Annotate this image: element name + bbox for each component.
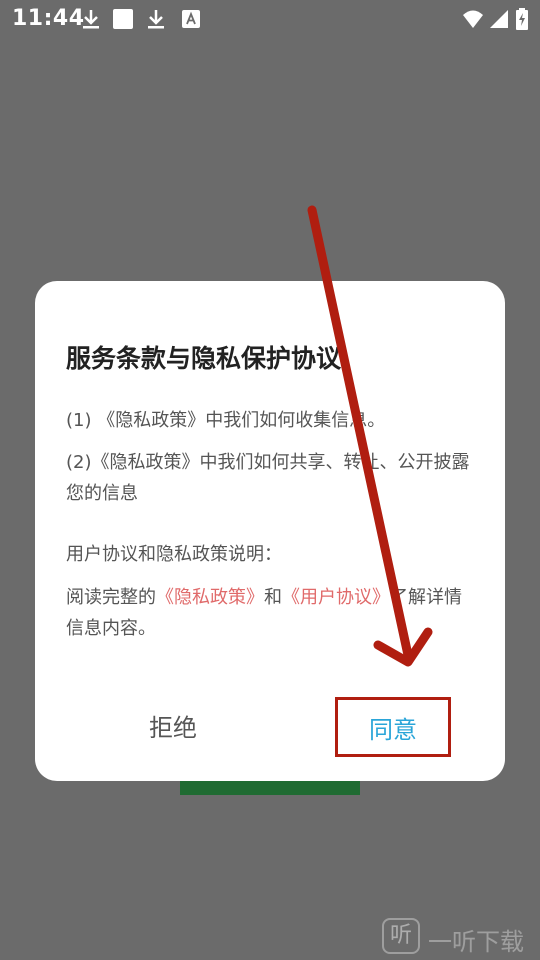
square-icon (113, 9, 133, 29)
section-heading: 用户协议和隐私政策说明： (66, 544, 282, 565)
and-text: 和 (264, 587, 282, 608)
download-icon (148, 10, 164, 29)
battery-charging-icon (516, 8, 528, 30)
screen: 11:44 服务条款与隐私保护协议 (1) 《隐私政策》中我们如何收集信息。 (… (0, 0, 540, 960)
reject-button[interactable]: 拒绝 (113, 707, 233, 743)
dialog-item-1: (1) 《隐私政策》中我们如何收集信息。 (66, 410, 386, 431)
dialog-title: 服务条款与隐私保护协议 (66, 344, 342, 373)
user-agreement-link[interactable]: 《用户协议》 (282, 587, 390, 608)
wifi-icon (463, 10, 483, 28)
agree-button[interactable]: 同意 (335, 697, 451, 757)
text-a-icon (182, 10, 200, 28)
read-notice: 阅读完整的《隐私政策》和《用户协议》了解详情信息内容。 (66, 582, 476, 644)
watermark: 听 一听下载 (382, 916, 538, 956)
dialog-item-2: (2)《隐私政策》中我们如何共享、转让、公开披露您的信息 (66, 452, 470, 504)
watermark-logo-icon: 听 (382, 918, 420, 954)
privacy-policy-link[interactable]: 《隐私政策》 (156, 587, 264, 608)
signal-icon (490, 10, 508, 28)
status-bar: 11:44 (0, 0, 540, 38)
download-icon (83, 10, 99, 29)
privacy-dialog: 服务条款与隐私保护协议 (1) 《隐私政策》中我们如何收集信息。 (2)《隐私政… (35, 281, 505, 781)
read-prefix: 阅读完整的 (66, 587, 156, 608)
status-time: 11:44 (12, 6, 85, 31)
watermark-text: 一听下载 (428, 928, 524, 956)
